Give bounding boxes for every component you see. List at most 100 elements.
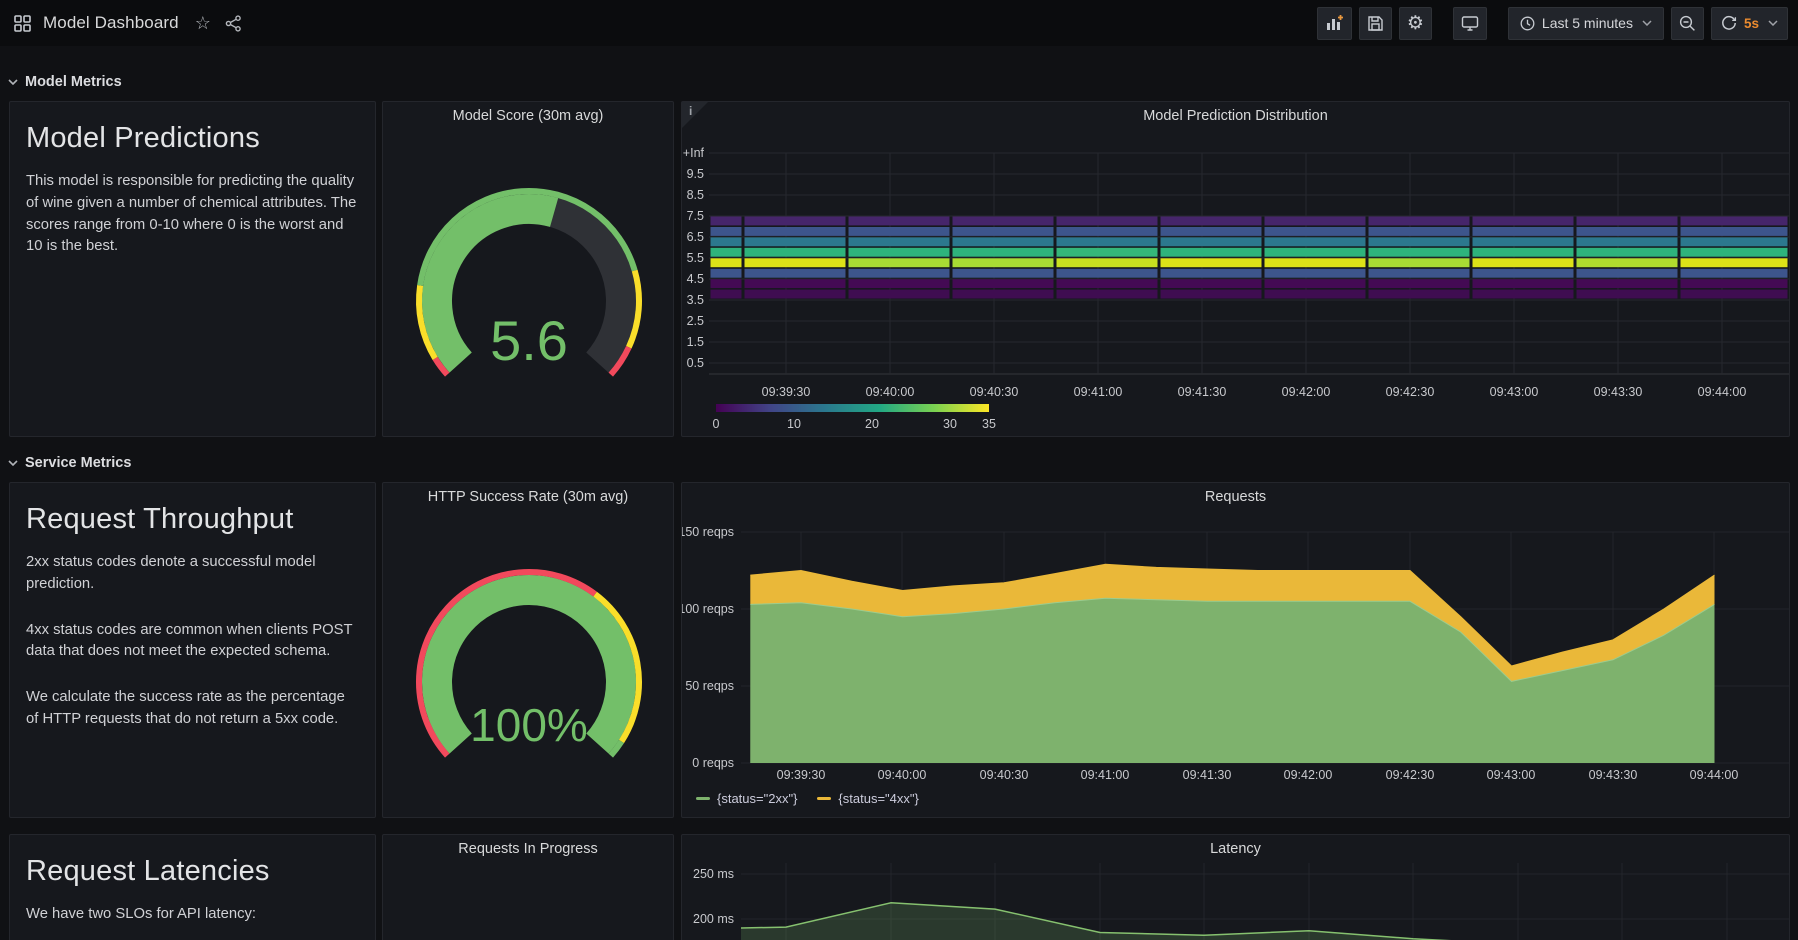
svg-text:20: 20 (865, 417, 879, 431)
svg-text:09:40:30: 09:40:30 (980, 768, 1029, 782)
chevron-down-icon (1768, 20, 1778, 26)
svg-text:0 reqps: 0 reqps (692, 756, 734, 770)
section-label: Service Metrics (25, 455, 131, 471)
http-success-rate-gauge[interactable]: 100% (383, 511, 675, 819)
svg-text:5.5: 5.5 (687, 251, 704, 265)
svg-text:+Inf: +Inf (683, 146, 705, 160)
text-panel-body: This model is responsible for predicting… (26, 171, 359, 258)
nav-bar: Model Dashboard ☆ (0, 0, 1798, 46)
series-swatch (817, 797, 831, 800)
svg-text:7.5: 7.5 (687, 209, 704, 223)
svg-text:6.5: 6.5 (687, 230, 704, 244)
refresh-icon (1721, 15, 1737, 31)
panel-title[interactable]: Latency (682, 835, 1789, 863)
svg-text:09:42:30: 09:42:30 (1386, 768, 1435, 782)
panel-request-throughput: Request Throughput 2xx status codes deno… (9, 482, 376, 818)
zoom-out-button[interactable] (1671, 7, 1704, 40)
save-dashboard-button[interactable] (1359, 7, 1392, 40)
panel-request-latencies: Request Latencies We have two SLOs for A… (9, 834, 376, 940)
panel-title[interactable]: Requests (682, 483, 1789, 511)
svg-text:0.5: 0.5 (687, 356, 704, 370)
requests-legend: {status="2xx"} {status="4xx"} (696, 791, 919, 806)
text-panel-heading: Request Throughput (26, 503, 359, 536)
panel-prediction-heatmap: i Model Prediction Distribution +Inf9.58… (681, 101, 1790, 437)
svg-text:2.5: 2.5 (687, 314, 704, 328)
refresh-interval-dropdown[interactable]: 5s (1744, 16, 1759, 31)
magnifier-minus-icon (1679, 15, 1696, 32)
cycle-view-mode-button[interactable] (1453, 7, 1487, 40)
requests-area-chart[interactable]: 150 reqps 100 reqps 50 reqps 0 reqps 09:39:3… (682, 511, 1791, 791)
share-button[interactable] (223, 13, 244, 34)
series-swatch (696, 797, 710, 800)
svg-text:09:43:00: 09:43:00 (1490, 385, 1539, 399)
panel-title[interactable]: Model Prediction Distribution (682, 102, 1789, 130)
svg-text:200 ms: 200 ms (693, 912, 734, 926)
svg-text:4.5: 4.5 (687, 272, 704, 286)
panel-title[interactable]: Requests In Progress (383, 835, 673, 863)
panel-latency: Latency 250 ms 200 ms (681, 834, 1790, 940)
section-label: Model Metrics (25, 74, 122, 90)
panel-http-success-rate: HTTP Success Rate (30m avg) 100% (382, 482, 674, 818)
star-button[interactable]: ☆ (193, 12, 213, 34)
panel-model-score: Model Score (30m avg) 5.6 (382, 101, 674, 437)
section-service-metrics[interactable]: Service Metrics (8, 451, 131, 475)
svg-text:1.5: 1.5 (687, 335, 704, 349)
svg-text:100%: 100% (470, 699, 588, 751)
text-panel-paragraph: We calculate the success rate as the per… (26, 687, 359, 731)
section-model-metrics[interactable]: Model Metrics (8, 70, 122, 94)
svg-text:10: 10 (787, 417, 801, 431)
svg-text:100 reqps: 100 reqps (682, 602, 734, 616)
refresh-button[interactable]: 5s (1711, 7, 1788, 40)
svg-text:09:43:30: 09:43:30 (1594, 385, 1643, 399)
chevron-down-icon (8, 79, 18, 85)
svg-text:09:41:30: 09:41:30 (1178, 385, 1227, 399)
time-range-label: Last 5 minutes (1542, 15, 1633, 31)
svg-text:3.5: 3.5 (687, 293, 704, 307)
svg-text:09:41:00: 09:41:00 (1081, 768, 1130, 782)
clock-icon (1520, 16, 1535, 31)
chevron-down-icon (1642, 20, 1652, 26)
svg-text:09:39:30: 09:39:30 (762, 385, 811, 399)
text-panel-heading: Request Latencies (26, 855, 359, 888)
grafana-dashboard: Model Dashboard ☆ (0, 0, 1798, 940)
svg-text:09:40:00: 09:40:00 (878, 768, 927, 782)
svg-text:09:42:00: 09:42:00 (1282, 385, 1331, 399)
latency-line-chart[interactable]: 250 ms 200 ms (682, 863, 1791, 940)
svg-text:09:41:00: 09:41:00 (1074, 385, 1123, 399)
svg-text:09:40:30: 09:40:30 (970, 385, 1019, 399)
text-panel-intro: We have two SLOs for API latency: (26, 904, 359, 926)
time-range-picker[interactable]: Last 5 minutes (1508, 7, 1664, 40)
gear-icon: ⚙ (1407, 12, 1424, 35)
panel-title[interactable]: Model Score (30m avg) (383, 102, 673, 130)
svg-text:09:40:00: 09:40:00 (866, 385, 915, 399)
svg-text:0: 0 (713, 417, 720, 431)
text-panel-heading: Model Predictions (26, 122, 359, 155)
text-panel-paragraph: 4xx status codes are common when clients… (26, 620, 359, 664)
svg-text:09:43:00: 09:43:00 (1487, 768, 1536, 782)
panel-requests-in-progress: Requests In Progress (382, 834, 674, 940)
svg-text:9.5: 9.5 (687, 167, 704, 181)
legend-item-2xx[interactable]: {status="2xx"} (696, 791, 797, 806)
svg-text:09:41:30: 09:41:30 (1183, 768, 1232, 782)
panel-title[interactable]: HTTP Success Rate (30m avg) (383, 483, 673, 511)
svg-text:09:39:30: 09:39:30 (777, 768, 826, 782)
add-panel-button[interactable] (1317, 7, 1352, 40)
prediction-distribution-heatmap[interactable]: +Inf 9.5 8.5 7.5 6.5 5.5 4.5 3.5 2.5 1.5 0.5 09:39:… (682, 130, 1791, 438)
chevron-down-icon (8, 460, 18, 466)
dashboard-title[interactable]: Model Dashboard (43, 13, 179, 33)
model-score-gauge[interactable]: 5.6 (383, 130, 675, 438)
svg-text:8.5: 8.5 (687, 188, 704, 202)
svg-text:250 ms: 250 ms (693, 867, 734, 881)
svg-text:09:43:30: 09:43:30 (1589, 768, 1638, 782)
panel-model-predictions: Model Predictions This model is responsi… (9, 101, 376, 437)
svg-text:30: 30 (943, 417, 957, 431)
panel-requests: Requests 150 reqps 100 reqps 50 reqps 0 req… (681, 482, 1790, 818)
svg-text:09:44:00: 09:44:00 (1690, 768, 1739, 782)
svg-text:150 reqps: 150 reqps (682, 525, 734, 539)
svg-text:09:42:00: 09:42:00 (1284, 768, 1333, 782)
legend-item-4xx[interactable]: {status="4xx"} (817, 791, 918, 806)
svg-text:50 reqps: 50 reqps (685, 679, 734, 693)
dashboard-settings-button[interactable]: ⚙ (1399, 7, 1432, 40)
svg-text:09:42:30: 09:42:30 (1386, 385, 1435, 399)
svg-text:09:44:00: 09:44:00 (1698, 385, 1747, 399)
